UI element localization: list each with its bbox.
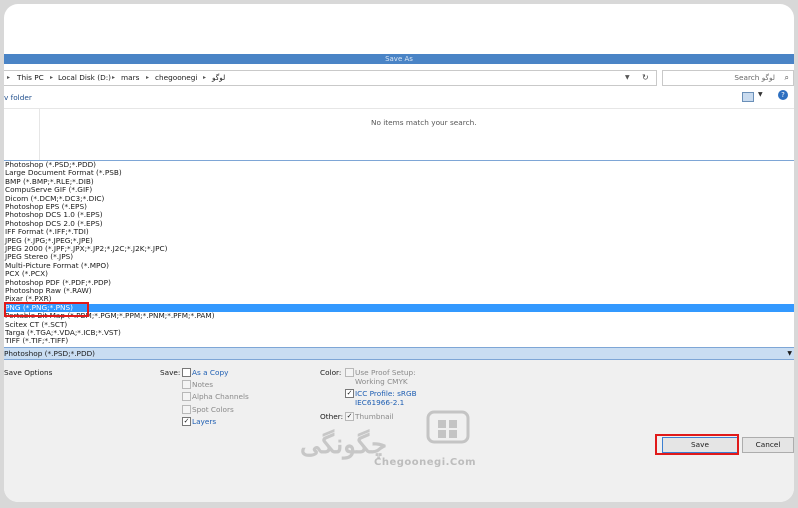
notes-checkbox[interactable] [182,380,191,389]
save-highlight-annotation [655,434,739,455]
use-proof-label: Use Proof Setup: [355,368,416,377]
breadcrumb-mars[interactable]: mars [121,71,139,85]
format-option[interactable]: JPEG 2000 (*.JPF;*.JPX;*.JP2;*.J2C;*.J2K… [4,244,794,253]
use-proof-checkbox[interactable] [345,368,354,377]
help-icon[interactable]: ? [778,90,788,100]
format-dropdown-list[interactable]: Photoshop (*.PSD;*.PDD) Large Document F… [4,160,794,347]
breadcrumb-separator-icon: ▸ [112,74,116,81]
empty-message: No items match your search. [371,118,477,127]
spot-colors-label: Spot Colors [192,405,234,414]
png-highlight-annotation [4,302,89,317]
breadcrumb-separator-icon: ▸ [146,74,150,81]
search-icon[interactable]: ⌕ [785,71,789,85]
format-option[interactable]: Targa (*.TGA;*.VDA;*.ICB;*.VST) [4,328,794,337]
breadcrumb-separator-icon: ▸ [7,74,11,81]
format-option[interactable]: Photoshop EPS (*.EPS) [4,202,794,211]
as-copy-checkbox[interactable] [182,368,191,377]
color-label: Color: [320,368,342,377]
format-select[interactable]: Photoshop (*.PSD;*.PDD) ▼ [4,347,794,360]
save-as-dialog: Save As ▸ This PC ▸ Local Disk (D:) ▸ ma… [4,4,794,502]
layers-checkbox[interactable]: ✓ [182,417,191,426]
as-copy-label: As a Copy [192,368,229,377]
address-bar[interactable]: ▸ This PC ▸ Local Disk (D:) ▸ mars ▸ che… [4,70,657,86]
format-option[interactable]: JPEG Stereo (*.JPS) [4,253,794,261]
refresh-icon[interactable]: ↻ [642,71,649,85]
watermark-logo: چگونگی Chegoonegi.Com [300,408,480,470]
alpha-channels-label: Alpha Channels [192,392,249,401]
watermark-site: Chegoonegi.Com [374,457,477,468]
format-option[interactable]: Multi-Picture Format (*.MPO) [4,261,794,270]
format-option[interactable]: Large Document Format (*.PSB) [4,169,794,177]
format-option[interactable]: Pixar (*.PXR) [4,295,794,303]
chevron-down-icon[interactable]: ▼ [625,71,630,85]
format-option[interactable]: Photoshop Raw (*.RAW) [4,286,794,295]
breadcrumb-separator-icon: ▸ [50,74,54,81]
new-folder-button[interactable]: v folder [4,93,32,102]
spot-colors-checkbox[interactable] [182,405,191,414]
breadcrumb-local-disk[interactable]: Local Disk (D:) [58,71,111,85]
icc-profile-checkbox[interactable]: ✓ [345,389,354,398]
format-option[interactable]: CompuServe GIF (*.GIF) [4,185,794,194]
save-label: Save: [160,368,181,377]
cancel-button[interactable]: Cancel [742,437,794,453]
breadcrumb-chegoonegi[interactable]: chegoonegi [155,71,197,85]
format-select-value: Photoshop (*.PSD;*.PDD) [4,349,96,358]
breadcrumb-separator-icon: ▸ [203,74,207,81]
alpha-channels-checkbox[interactable] [182,392,191,401]
file-list-area[interactable]: No items match your search. [4,108,794,161]
search-box[interactable]: Search لوگو ⌕ [662,70,794,86]
format-option[interactable]: Photoshop (*.PSD;*.PDD) [4,160,794,169]
window-title: Save As [4,54,794,64]
working-cmyk-label: Working CMYK [355,377,408,386]
navigation-pane[interactable] [4,109,40,161]
watermark-persian-text: چگونگی [300,430,388,460]
format-option[interactable]: Photoshop DCS 1.0 (*.EPS) [4,211,794,219]
format-option[interactable]: PCX (*.PCX) [4,269,794,278]
toolbar: v folder ▼ ? [4,90,794,108]
format-option[interactable]: Photoshop DCS 2.0 (*.EPS) [4,219,794,228]
breadcrumb-this-pc[interactable]: This PC [17,71,44,85]
address-bar-row: ▸ This PC ▸ Local Disk (D:) ▸ mars ▸ che… [4,70,794,86]
format-option[interactable]: Scitex CT (*.SCT) [4,320,794,329]
chevron-down-icon[interactable]: ▼ [787,348,792,359]
breadcrumb-logo-folder[interactable]: لوگو [212,71,225,85]
save-options-heading: Save Options [4,368,53,377]
search-input[interactable]: Search لوگو [734,71,775,85]
icc-profile-label-2: IEC61966-2.1 [355,398,405,407]
format-option[interactable]: Dicom (*.DCM;*.DC3;*.DIC) [4,194,794,203]
icc-profile-label: ICC Profile: sRGB [355,389,417,398]
notes-label: Notes [192,380,214,389]
layers-label: Layers [192,417,217,426]
view-options-icon[interactable] [742,92,754,102]
format-option[interactable]: BMP (*.BMP;*.RLE;*.DIB) [4,177,794,186]
chevron-down-icon[interactable]: ▼ [758,91,763,98]
format-option[interactable]: IFF Format (*.IFF;*.TDI) [4,227,794,236]
format-option[interactable]: Photoshop PDF (*.PDF;*.PDP) [4,278,794,287]
format-option[interactable]: TIFF (*.TIF;*.TIFF) [4,337,794,345]
format-option[interactable]: Portable Bit Map (*.PBM;*.PGM;*.PPM;*.PN… [4,311,794,320]
